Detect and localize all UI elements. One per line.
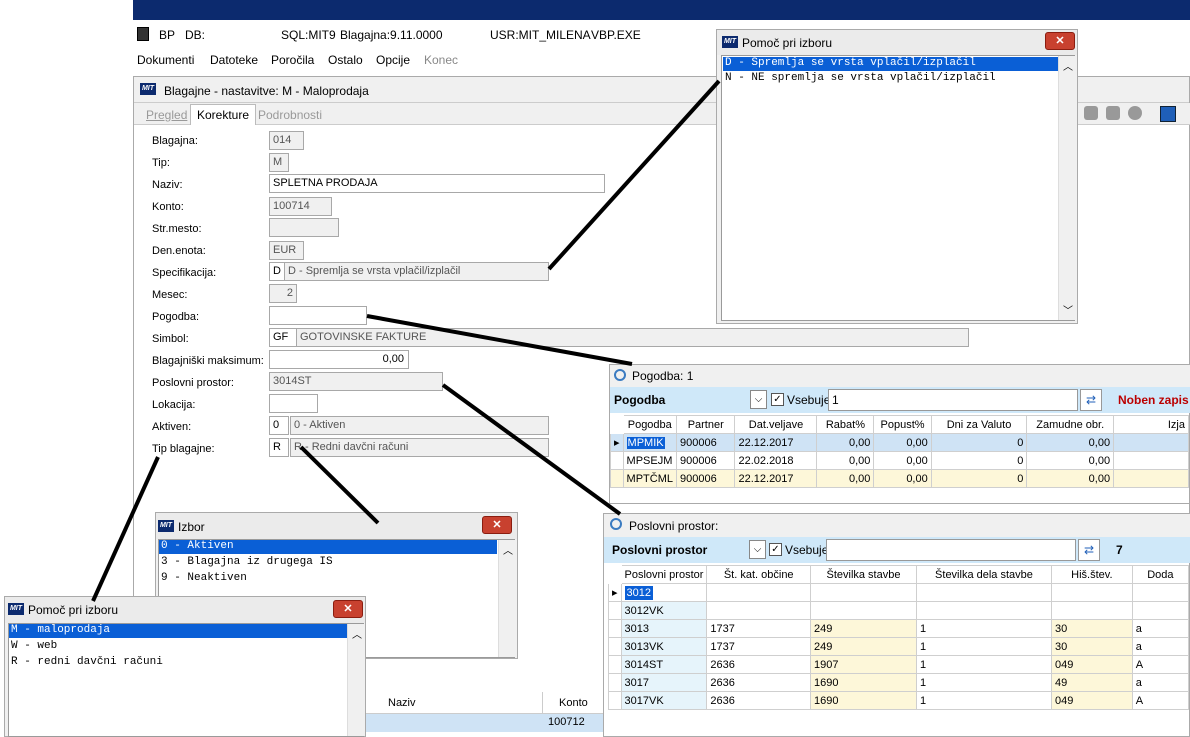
- connector-tip-blagajne: [91, 456, 160, 602]
- connector-aktiven: [299, 445, 380, 525]
- connector-poslovni: [441, 383, 622, 516]
- connector-pogodba: [366, 314, 633, 366]
- connector-specifikacija: [547, 79, 721, 271]
- annotation-lines: [91, 79, 721, 602]
